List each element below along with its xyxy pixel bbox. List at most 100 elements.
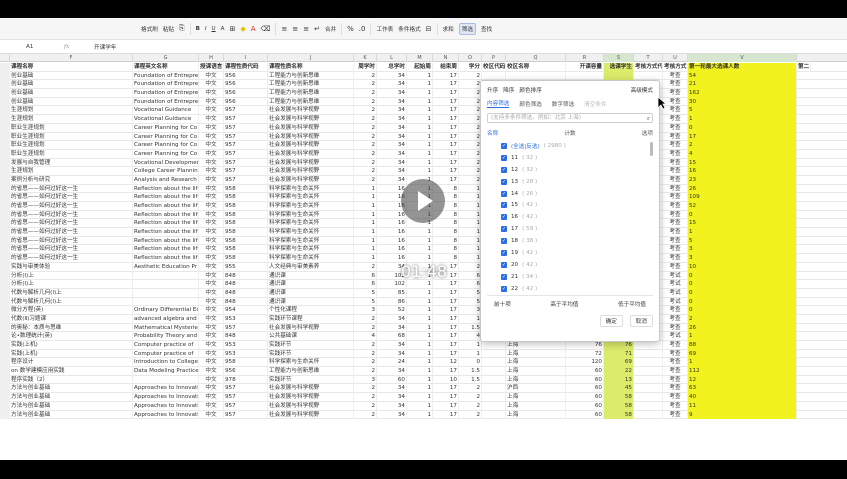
table-cell[interactable]: 实践环节课程 <box>268 314 354 324</box>
table-cell[interactable]: 社会发展与科学视野 <box>268 149 354 159</box>
table-cell[interactable]: 2 <box>459 158 482 168</box>
table-cell[interactable]: 17 <box>433 306 459 315</box>
table-cell[interactable]: 工程能力与创新思维 <box>268 71 354 81</box>
table-cell[interactable] <box>133 297 199 307</box>
align-center-icon[interactable]: ≡ <box>292 25 298 33</box>
decimal-icon[interactable]: .0 <box>359 25 366 33</box>
table-cell[interactable]: 958 <box>224 245 268 255</box>
column-title-cell[interactable]: 校区名称 <box>506 63 566 72</box>
table-cell[interactable]: 17 <box>433 323 459 333</box>
table-cell[interactable]: 1 <box>407 410 433 420</box>
advanced-mode-toggle[interactable]: 高级模式 <box>631 86 653 94</box>
table-cell[interactable]: 职业生涯规划 <box>10 132 133 142</box>
paste-button[interactable]: 粘贴 <box>163 25 174 33</box>
tab-color-filter[interactable]: 颜色筛选 <box>519 100 541 108</box>
table-cell[interactable]: 17 <box>433 158 459 168</box>
table-cell[interactable]: 微分方程(英) <box>10 306 133 315</box>
column-title-cell[interactable]: 考核方式代码 <box>634 63 663 72</box>
table-cell[interactable]: 中文 <box>199 80 224 90</box>
table-cell[interactable]: 1 <box>407 297 433 307</box>
table-cell[interactable]: 0 <box>688 306 797 315</box>
sum-button[interactable]: 求和 <box>443 25 454 33</box>
table-cell[interactable]: 1 <box>407 141 433 150</box>
table-cell[interactable]: 科学探索与生命关怀 <box>268 193 354 202</box>
table-cell[interactable]: 34 <box>377 401 407 411</box>
table-cell[interactable]: 17 <box>433 332 459 341</box>
table-cell[interactable]: 1 <box>459 193 482 202</box>
table-cell[interactable]: Approaches to Innovati <box>133 401 199 411</box>
table-cell[interactable]: 考查 <box>663 358 688 368</box>
table-cell[interactable]: 956 <box>224 367 268 376</box>
table-cell[interactable]: 科学探索与生命关怀 <box>268 236 354 246</box>
table-cell[interactable]: 考查 <box>663 80 688 90</box>
row-number[interactable] <box>0 401 10 411</box>
table-cell[interactable]: 个性化课程 <box>268 306 354 315</box>
table-cell[interactable]: 考查 <box>663 132 688 142</box>
table-cell[interactable]: 5 <box>688 106 797 116</box>
table-cell[interactable]: 958 <box>224 254 268 263</box>
filter-list-item[interactable]: ✓ 15( 42 ) <box>487 199 653 211</box>
table-cell[interactable]: 社会发展与科学视野 <box>268 123 354 133</box>
table-cell[interactable]: Vocational Developmen <box>133 158 199 168</box>
table-cell[interactable]: 1 <box>688 332 797 341</box>
checkbox-checked-icon[interactable]: ✓ <box>501 154 507 161</box>
table-cell[interactable]: Foundation of Entrepre <box>133 97 199 107</box>
filter-list-item[interactable]: ✓ (全选|反选)( 2980 ) <box>487 140 653 152</box>
table-cell[interactable] <box>482 367 506 376</box>
table-cell[interactable]: 3 <box>688 245 797 255</box>
table-cell[interactable]: 848 <box>224 280 268 289</box>
tab-content-filter[interactable]: 内容筛选 <box>487 99 510 108</box>
row-number[interactable] <box>0 332 10 341</box>
table-cell[interactable]: 沪西 <box>506 384 566 394</box>
column-header-g[interactable]: G <box>133 54 199 62</box>
table-cell[interactable]: 社会发展与科学视野 <box>268 167 354 176</box>
filter-button[interactable]: 筛选 <box>458 22 476 35</box>
table-cell[interactable]: 34 <box>377 106 407 116</box>
table-cell[interactable]: 中文 <box>199 132 224 142</box>
table-cell[interactable]: 考试 <box>663 271 688 281</box>
table-cell[interactable]: 考查 <box>663 219 688 229</box>
table-cell[interactable]: 考查 <box>663 367 688 376</box>
row-number[interactable] <box>0 288 10 298</box>
table-cell[interactable]: College Career Plannin <box>133 167 199 176</box>
table-cell[interactable]: 创业基础 <box>10 80 133 90</box>
table-cell[interactable]: 0 <box>688 280 797 289</box>
table-cell[interactable]: 科学探索与生命关怀 <box>268 219 354 229</box>
table-cell[interactable]: 957 <box>224 115 268 124</box>
table-cell[interactable]: 工程能力与创新思维 <box>268 367 354 376</box>
row-number[interactable] <box>0 254 10 263</box>
table-cell[interactable]: 2 <box>354 175 377 185</box>
table-cell[interactable]: 1 <box>459 236 482 246</box>
table-cell[interactable]: 958 <box>224 184 268 194</box>
table-cell[interactable]: Career Planning for Co <box>133 132 199 142</box>
table-cell[interactable]: 2 <box>354 410 377 420</box>
table-cell[interactable]: 考查 <box>663 175 688 185</box>
table-cell[interactable]: 1 <box>407 358 433 368</box>
table-cell[interactable]: 957 <box>224 175 268 185</box>
table-cell[interactable]: 中文 <box>199 123 224 133</box>
checkbox-checked-icon[interactable]: ✓ <box>501 166 507 173</box>
table-cell[interactable]: 1 <box>459 219 482 229</box>
table-cell[interactable]: Probability Theory and <box>133 332 199 341</box>
table-cell[interactable]: 34 <box>377 158 407 168</box>
table-cell[interactable]: 的省思——如何过好这一生 <box>10 210 133 220</box>
table-cell[interactable] <box>482 341 506 350</box>
row-number[interactable] <box>0 193 10 202</box>
table-cell[interactable]: 中文 <box>199 410 224 420</box>
row-number[interactable] <box>0 358 10 368</box>
table-cell[interactable]: 人文经典与审美素养 <box>268 262 354 272</box>
table-cell[interactable]: 社会发展与科学视野 <box>268 158 354 168</box>
table-cell[interactable] <box>133 280 199 289</box>
table-cell[interactable]: 考查 <box>663 202 688 211</box>
table-cell[interactable]: 1 <box>354 236 377 246</box>
filter-list-item[interactable]: ✓ 22( 42 ) <box>487 283 653 292</box>
table-cell[interactable]: 2 <box>459 167 482 176</box>
table-cell[interactable]: 8 <box>433 245 459 255</box>
table-cell[interactable]: 中文 <box>199 193 224 202</box>
table-cell[interactable]: 957 <box>224 167 268 176</box>
table-cell[interactable]: 0 <box>688 123 797 133</box>
table-cell[interactable]: 2 <box>354 367 377 376</box>
table-cell[interactable]: 2 <box>688 314 797 324</box>
table-cell[interactable]: 2 <box>459 262 482 272</box>
italic-button[interactable]: I <box>205 26 207 32</box>
